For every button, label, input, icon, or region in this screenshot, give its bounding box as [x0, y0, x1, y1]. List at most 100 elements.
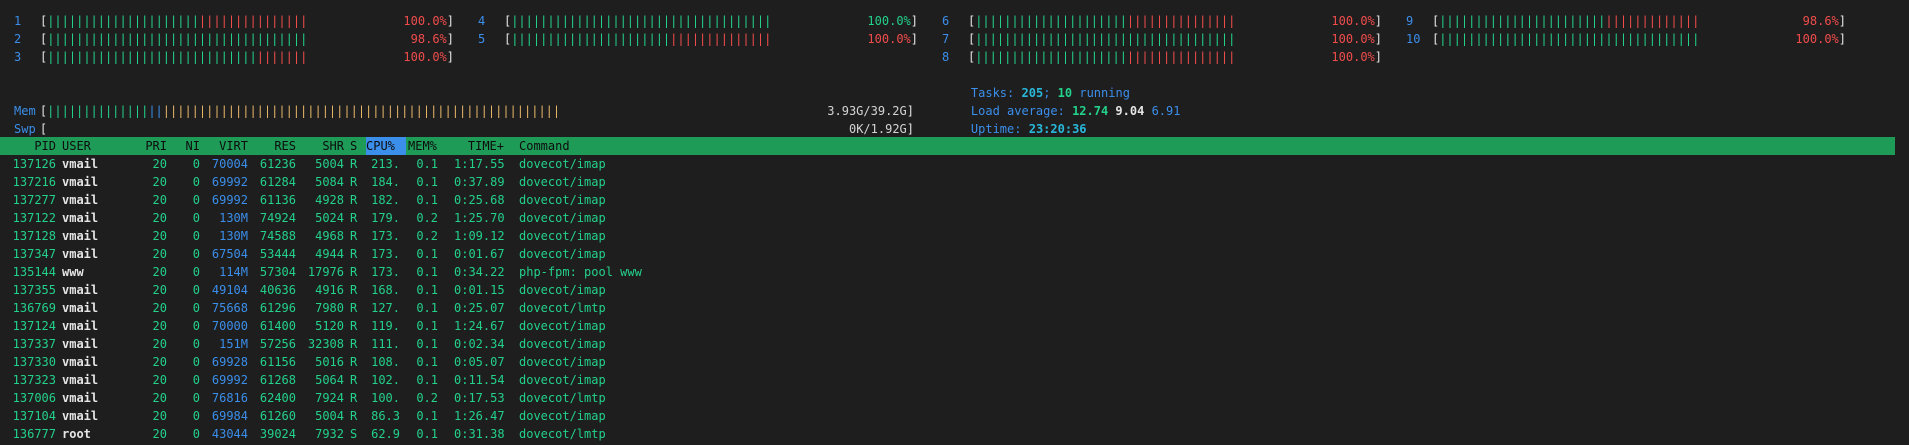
cell-virt: 69992	[211, 373, 248, 387]
cpu-meter-3: 3[|||||||||||||||||||||||||||||||||||| 10…	[14, 48, 454, 66]
col-res-header[interactable]: RES	[254, 137, 296, 155]
cell-virt: 151M	[219, 337, 248, 351]
cpu-meter-8: 8[|||||||||||||||||||||||||||||||||||| 10…	[942, 48, 1382, 66]
cpu-percent: 98.6%	[1802, 14, 1839, 28]
cpu-meter-1: 1[|||||||||||||||||||||||||||||||||||| 10…	[14, 12, 454, 30]
swp-value: 0K/1.92G	[848, 122, 907, 136]
col-ni-header[interactable]: NI	[178, 137, 200, 155]
cell-s: R	[350, 355, 358, 369]
cpu-bracket-open: [	[967, 50, 976, 64]
cpu-bar: |||||||||||||||||||||||||||||||||||| 100.…	[47, 12, 447, 30]
col-time-header[interactable]: TIME+	[454, 137, 504, 155]
cell-res: 61284	[259, 175, 296, 189]
cpu-kernel-ticks: |||||||||||||||	[1126, 50, 1236, 64]
table-row[interactable]: 137122 vmail 20 0 130M 74924 5024 R 179. 0.2 1:25.…	[0, 209, 1909, 227]
table-row[interactable]: 137128 vmail 20 0 130M 74588 4968 R 173. 0.2 1:09.…	[0, 227, 1909, 245]
col-mem-header[interactable]: MEM%	[408, 137, 437, 155]
cell-ni: 0	[192, 427, 200, 441]
cell-shr: 4968	[315, 229, 344, 243]
cell-mem: 0.1	[416, 301, 438, 315]
cell-cpu: 182.	[371, 193, 400, 207]
cpu-meter-6: 6[|||||||||||||||||||||||||||||||||||| 10…	[942, 12, 1382, 30]
cell-ni: 0	[192, 301, 200, 315]
table-row[interactable]: 137104 vmail 20 0 69984 61260 5004 R 86.3 0.1 1:26…	[0, 407, 1909, 425]
cell-res: 61260	[259, 409, 296, 423]
cell-command: dovecot/imap	[519, 229, 606, 243]
cell-pri: 20	[152, 427, 167, 441]
cell-res: 61156	[259, 355, 296, 369]
table-row[interactable]: 136777 root 20 0 43044 39024 7932 S 62.9 0.1 0:31.…	[0, 425, 1909, 443]
col-pid-header[interactable]: PID	[14, 137, 56, 155]
col-virt-header[interactable]: VIRT	[206, 137, 248, 155]
cell-pri: 20	[152, 355, 167, 369]
table-row[interactable]: 137323 vmail 20 0 69992 61268 5064 R 102. 0.1 0:11…	[0, 371, 1909, 389]
table-row[interactable]: 137277 vmail 20 0 69992 61136 4928 R 182. 0.1 0:25…	[0, 191, 1909, 209]
table-row[interactable]: 137330 vmail 20 0 69928 61156 5016 R 108. 0.1 0:05…	[0, 353, 1909, 371]
col-cpu-header[interactable]: CPU%	[366, 137, 406, 155]
table-row[interactable]: 137126 vmail 20 0 70004 61236 5004 R 213. 0.1 1:17…	[0, 155, 1909, 173]
cpu-percent: 100.0%	[1331, 14, 1375, 28]
cell-cpu: 168.	[371, 283, 400, 297]
col-command-header[interactable]: Command	[519, 137, 570, 155]
cell-time: 0:37.89	[454, 175, 505, 189]
col-user-header[interactable]: USER	[62, 137, 91, 155]
cell-s: R	[350, 391, 358, 405]
cpu-bracket-close: ]	[446, 32, 455, 46]
cell-shr: 7924	[315, 391, 344, 405]
cell-pid: 137126	[12, 157, 56, 171]
cell-s: R	[350, 301, 358, 315]
cell-ni: 0	[192, 265, 200, 279]
cell-pri: 20	[152, 319, 167, 333]
table-row[interactable]: 137347 vmail 20 0 67504 53444 4944 R 173. 0.1 0:01…	[0, 245, 1909, 263]
table-row[interactable]: 137355 vmail 20 0 49104 40636 4916 R 168. 0.1 0:01…	[0, 281, 1909, 299]
cell-virt: 75668	[211, 301, 248, 315]
cpu-meter-5: 5[|||||||||||||||||||||||||||||||||||| 10…	[478, 30, 918, 48]
cell-pid: 137124	[12, 319, 56, 333]
cell-s: R	[350, 157, 358, 171]
cpu-percent: 100.0%	[1795, 32, 1839, 46]
cpu-kernel-ticks: |||||||||||||||	[198, 14, 308, 28]
col-shr-header[interactable]: SHR	[300, 137, 344, 155]
cell-user: root	[62, 427, 91, 441]
cpu-user-ticks: |||||||||||||||||||||	[47, 14, 199, 28]
cpu-percent: 100.0%	[1331, 32, 1375, 46]
col-pri-header[interactable]: PRI	[135, 137, 167, 155]
cell-shr: 5024	[315, 211, 344, 225]
cell-user: vmail	[62, 355, 99, 369]
cell-res: 74588	[259, 229, 296, 243]
cpu-percent: 100.0%	[867, 14, 911, 28]
table-row[interactable]: 137006 vmail 20 0 76816 62400 7924 R 100. 0.2 0:17…	[0, 389, 1909, 407]
cpu-bracket-open: [	[39, 32, 48, 46]
cell-command: dovecot/imap	[519, 247, 606, 261]
cell-s: R	[350, 193, 358, 207]
cell-virt: 49104	[211, 283, 248, 297]
cell-time: 1:24.67	[454, 319, 505, 333]
cell-time: 0:11.54	[454, 373, 505, 387]
col-s-header[interactable]: S	[350, 137, 357, 155]
cell-s: R	[350, 247, 358, 261]
cpu-meter-number: 7	[942, 32, 950, 46]
cell-pri: 20	[152, 175, 167, 189]
cell-cpu: 111.	[371, 337, 400, 351]
table-row[interactable]: 137216 vmail 20 0 69992 61284 5084 R 184. 0.1 0:37…	[0, 173, 1909, 191]
table-row[interactable]: 137124 vmail 20 0 70000 61400 5120 R 119. 0.1 1:24…	[0, 317, 1909, 335]
cpu-percent: 100.0%	[403, 14, 447, 28]
cell-shr: 7932	[315, 427, 344, 441]
cell-pid: 137104	[12, 409, 56, 423]
cpu-meter-number: 3	[14, 50, 22, 64]
cpu-bracket-close: ]	[446, 50, 455, 64]
cell-pid: 137337	[12, 337, 56, 351]
cpu-percent: 100.0%	[403, 50, 447, 64]
cpu-user-ticks: |||||||||||||||||||||||||||||	[47, 50, 257, 64]
cpu-bracket-close: ]	[910, 32, 919, 46]
cpu-bar: |||||||||||||||||||||||||||||||||||| 100.…	[975, 48, 1375, 66]
cell-pri: 20	[152, 373, 167, 387]
cell-s: R	[350, 175, 358, 189]
table-row[interactable]: 136769 vmail 20 0 75668 61296 7980 R 127. 0.1 0:25…	[0, 299, 1909, 317]
cpu-kernel-ticks: ||||||||||||||	[670, 32, 772, 46]
table-row[interactable]: 137337 vmail 20 0 151M 57256 32308 R 111. 0.1 0:02…	[0, 335, 1909, 353]
table-row[interactable]: 135144 www 20 0 114M 57304 17976 R 173. 0.1 0:34.2…	[0, 263, 1909, 281]
mem-meter: Mem [ ||||||||||||||||||||||||||||||||||…	[14, 66, 914, 118]
cpu-meter-7: 7 [|||||||||||||||||||||||||||||||||||| 10…	[942, 30, 1382, 48]
cell-res: 39024	[259, 427, 296, 441]
